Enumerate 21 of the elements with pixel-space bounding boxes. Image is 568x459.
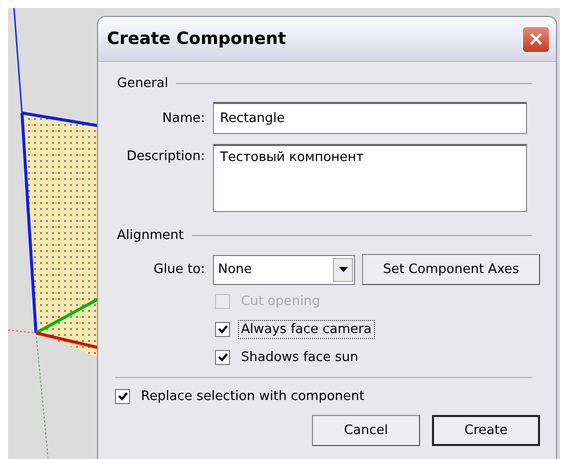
checkbox-label: Cut opening xyxy=(240,293,322,311)
group-heading: General xyxy=(117,76,168,90)
checkbox[interactable] xyxy=(115,389,130,404)
field-label: Glue to: xyxy=(152,262,206,277)
dialog-button[interactable]: Create xyxy=(432,415,540,446)
glue-dropdown[interactable]: None xyxy=(213,254,355,284)
set-axes-button[interactable]: Set Component Axes xyxy=(362,254,540,285)
close-icon xyxy=(529,32,543,46)
field-label: Name: xyxy=(161,110,206,126)
dialog-button[interactable]: Cancel xyxy=(312,415,420,446)
checkbox[interactable] xyxy=(215,350,230,365)
window-title: Create Component xyxy=(107,29,286,49)
group-heading: Alignment xyxy=(117,228,184,242)
checkbox[interactable] xyxy=(215,322,230,337)
close-button[interactable] xyxy=(522,26,550,52)
field-label: Description: xyxy=(126,148,206,164)
description-field[interactable]: Тестовый компонент xyxy=(213,144,527,212)
checkbox-label: Always face camera xyxy=(238,320,375,339)
checkbox-label: Replace selection with component xyxy=(140,388,366,406)
name-field[interactable]: Rectangle xyxy=(213,102,527,134)
checkbox-label: Shadows face sun xyxy=(240,349,360,367)
